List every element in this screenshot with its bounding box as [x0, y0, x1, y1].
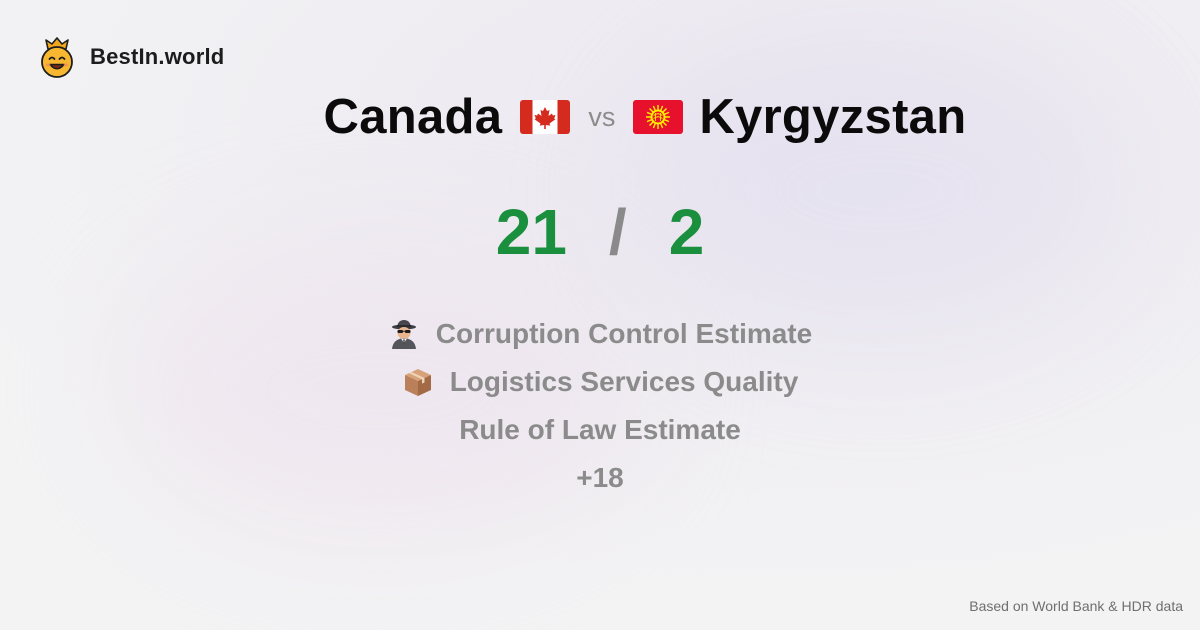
comparison-headline: Canada vs Kyrgyzstan	[0, 86, 1200, 148]
crowned-smiley-icon	[41, 37, 73, 78]
canada-flag-icon	[520, 100, 571, 134]
right-country-name[interactable]: Kyrgyzstan	[699, 89, 966, 145]
package-icon	[404, 369, 431, 396]
right-score: 2	[668, 196, 705, 268]
metric-more-count: +18	[576, 454, 624, 502]
score: 21 / 2	[0, 196, 1200, 268]
metrics-list: Corruption Control Estimate Logistics Se…	[0, 310, 1200, 502]
metric-item: Rule of Law Estimate	[459, 406, 741, 454]
data-source-note: Based on World Bank & HDR data	[969, 598, 1183, 614]
metric-item: Corruption Control Estimate	[388, 310, 812, 358]
spy-icon	[391, 320, 416, 349]
left-score: 21	[495, 196, 567, 268]
kyrgyzstan-flag-icon	[633, 100, 684, 134]
metric-label: +18	[576, 462, 624, 493]
metric-label: Rule of Law Estimate	[459, 414, 741, 445]
metric-item: Logistics Services Quality	[402, 358, 799, 406]
score-separator: /	[608, 196, 627, 268]
metric-label: Logistics Services Quality	[449, 366, 799, 397]
metric-label: Corruption Control Estimate	[435, 318, 813, 349]
brand-name: BestIn.world	[90, 44, 225, 69]
vs-label: vs	[588, 101, 616, 132]
brand[interactable]: BestIn.world	[38, 36, 224, 78]
background-glow	[640, 40, 1120, 340]
left-country-name[interactable]: Canada	[324, 89, 503, 145]
